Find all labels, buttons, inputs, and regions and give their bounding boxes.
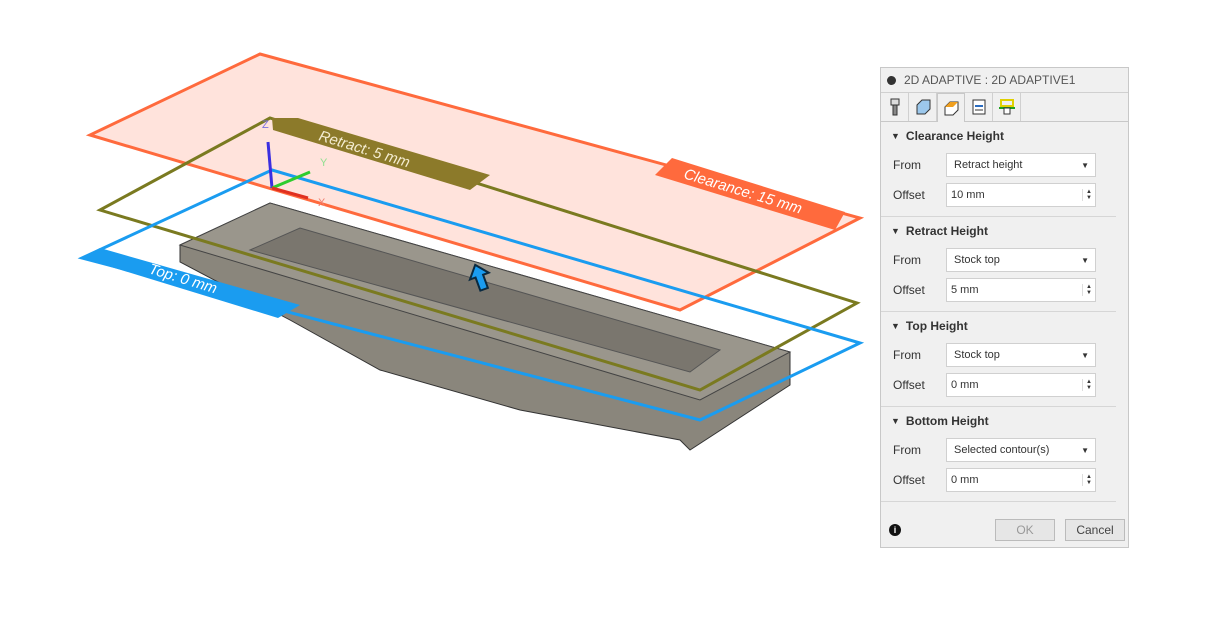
collapse-triangle-icon: ▼ xyxy=(891,321,900,331)
bottom-from-dropdown[interactable]: Selected contour(s) ▼ xyxy=(946,438,1096,462)
3d-viewport[interactable]: Retract: 5 mm Clearance: 15 mm Top: 0 mm… xyxy=(0,0,870,627)
offset-value: 0 mm xyxy=(951,379,979,391)
spinner[interactable]: ▲ ▼ xyxy=(1082,189,1095,201)
tab-geometry[interactable] xyxy=(909,93,937,121)
bottom-offset-input[interactable]: 0 mm ▲ ▼ xyxy=(946,468,1096,492)
dropdown-value: Stock top xyxy=(954,254,1000,266)
dropdown-arrow-icon: ▼ xyxy=(1081,160,1089,170)
tab-bar xyxy=(881,93,1128,122)
clearance-from-dropdown[interactable]: Retract height ▼ xyxy=(946,153,1096,177)
clearance-offset-input[interactable]: 10 mm ▲ ▼ xyxy=(946,183,1096,207)
cancel-button[interactable]: Cancel xyxy=(1065,519,1125,541)
tab-tool[interactable] xyxy=(881,93,909,121)
spinner[interactable]: ▲ ▼ xyxy=(1082,379,1095,391)
panel-title: 2D ADAPTIVE : 2D ADAPTIVE1 xyxy=(904,73,1076,87)
offset-label: Offset xyxy=(893,188,925,202)
panel-header[interactable]: 2D ADAPTIVE : 2D ADAPTIVE1 xyxy=(881,68,1128,93)
section-title: Top Height xyxy=(905,319,968,333)
panel-footer: i OK Cancel xyxy=(881,513,1128,547)
from-label: From xyxy=(893,348,921,362)
section-header[interactable]: ▼ Retract Height xyxy=(881,217,1116,245)
z-axis-label: Z xyxy=(262,119,269,131)
dropdown-arrow-icon: ▼ xyxy=(1081,350,1089,360)
offset-label: Offset xyxy=(893,283,925,297)
operation-panel: 2D ADAPTIVE : 2D ADAPTIVE1 ▼ Clearance He… xyxy=(880,67,1129,548)
collapse-triangle-icon: ▼ xyxy=(891,131,900,141)
spin-down-icon[interactable]: ▼ xyxy=(1086,290,1092,296)
section-header[interactable]: ▼ Bottom Height xyxy=(881,407,1116,435)
from-label: From xyxy=(893,158,921,172)
section-header[interactable]: ▼ Clearance Height xyxy=(881,122,1116,150)
section-bottom-height: ▼ Bottom Height From Selected contour(s) ▼… xyxy=(881,407,1116,502)
ok-button[interactable]: OK xyxy=(995,519,1055,541)
tool-icon xyxy=(890,98,899,116)
geometry-icon xyxy=(916,99,930,115)
spinner[interactable]: ▲ ▼ xyxy=(1082,284,1095,296)
from-label: From xyxy=(893,443,921,457)
dropdown-value: Stock top xyxy=(954,349,1000,361)
retract-offset-input[interactable]: 5 mm ▲ ▼ xyxy=(946,278,1096,302)
offset-value: 5 mm xyxy=(951,284,979,296)
top-offset-input[interactable]: 0 mm ▲ ▼ xyxy=(946,373,1096,397)
section-title: Bottom Height xyxy=(905,414,989,428)
section-header[interactable]: ▼ Top Height xyxy=(881,312,1116,340)
dropdown-value: Retract height xyxy=(954,159,1023,171)
retract-from-dropdown[interactable]: Stock top ▼ xyxy=(946,248,1096,272)
dropdown-arrow-icon: ▼ xyxy=(1081,255,1089,265)
section-title: Clearance Height xyxy=(905,129,1004,143)
section-title: Retract Height xyxy=(905,224,988,238)
offset-value: 0 mm xyxy=(951,474,979,486)
info-icon[interactable]: i xyxy=(889,524,901,536)
y-axis-label: Y xyxy=(320,157,328,169)
top-from-dropdown[interactable]: Stock top ▼ xyxy=(946,343,1096,367)
section-clearance-height: ▼ Clearance Height From Retract height ▼ O… xyxy=(881,122,1116,217)
offset-value: 10 mm xyxy=(951,189,985,201)
offset-label: Offset xyxy=(893,378,925,392)
tab-linking[interactable] xyxy=(993,93,1021,121)
x-axis-label: X xyxy=(318,197,326,209)
heights-icon xyxy=(944,101,959,116)
collapse-triangle-icon: ▼ xyxy=(891,416,900,426)
dropdown-arrow-icon: ▼ xyxy=(1081,445,1089,455)
collapse-triangle-icon: ▼ xyxy=(891,226,900,236)
tab-heights[interactable] xyxy=(937,93,965,122)
spin-down-icon[interactable]: ▼ xyxy=(1086,195,1092,201)
dropdown-value: Selected contour(s) xyxy=(954,444,1050,456)
section-top-height: ▼ Top Height From Stock top ▼ Offset 0 mm ▲… xyxy=(881,312,1116,407)
passes-icon xyxy=(972,99,985,115)
spin-down-icon[interactable]: ▼ xyxy=(1086,480,1092,486)
linking-icon xyxy=(998,99,1015,115)
spinner[interactable]: ▲ ▼ xyxy=(1082,474,1095,486)
offset-label: Offset xyxy=(893,473,925,487)
tab-passes[interactable] xyxy=(965,93,993,121)
section-retract-height: ▼ Retract Height From Stock top ▼ Offset 5… xyxy=(881,217,1116,312)
from-label: From xyxy=(893,253,921,267)
spin-down-icon[interactable]: ▼ xyxy=(1086,385,1092,391)
collapse-icon[interactable] xyxy=(887,75,896,85)
